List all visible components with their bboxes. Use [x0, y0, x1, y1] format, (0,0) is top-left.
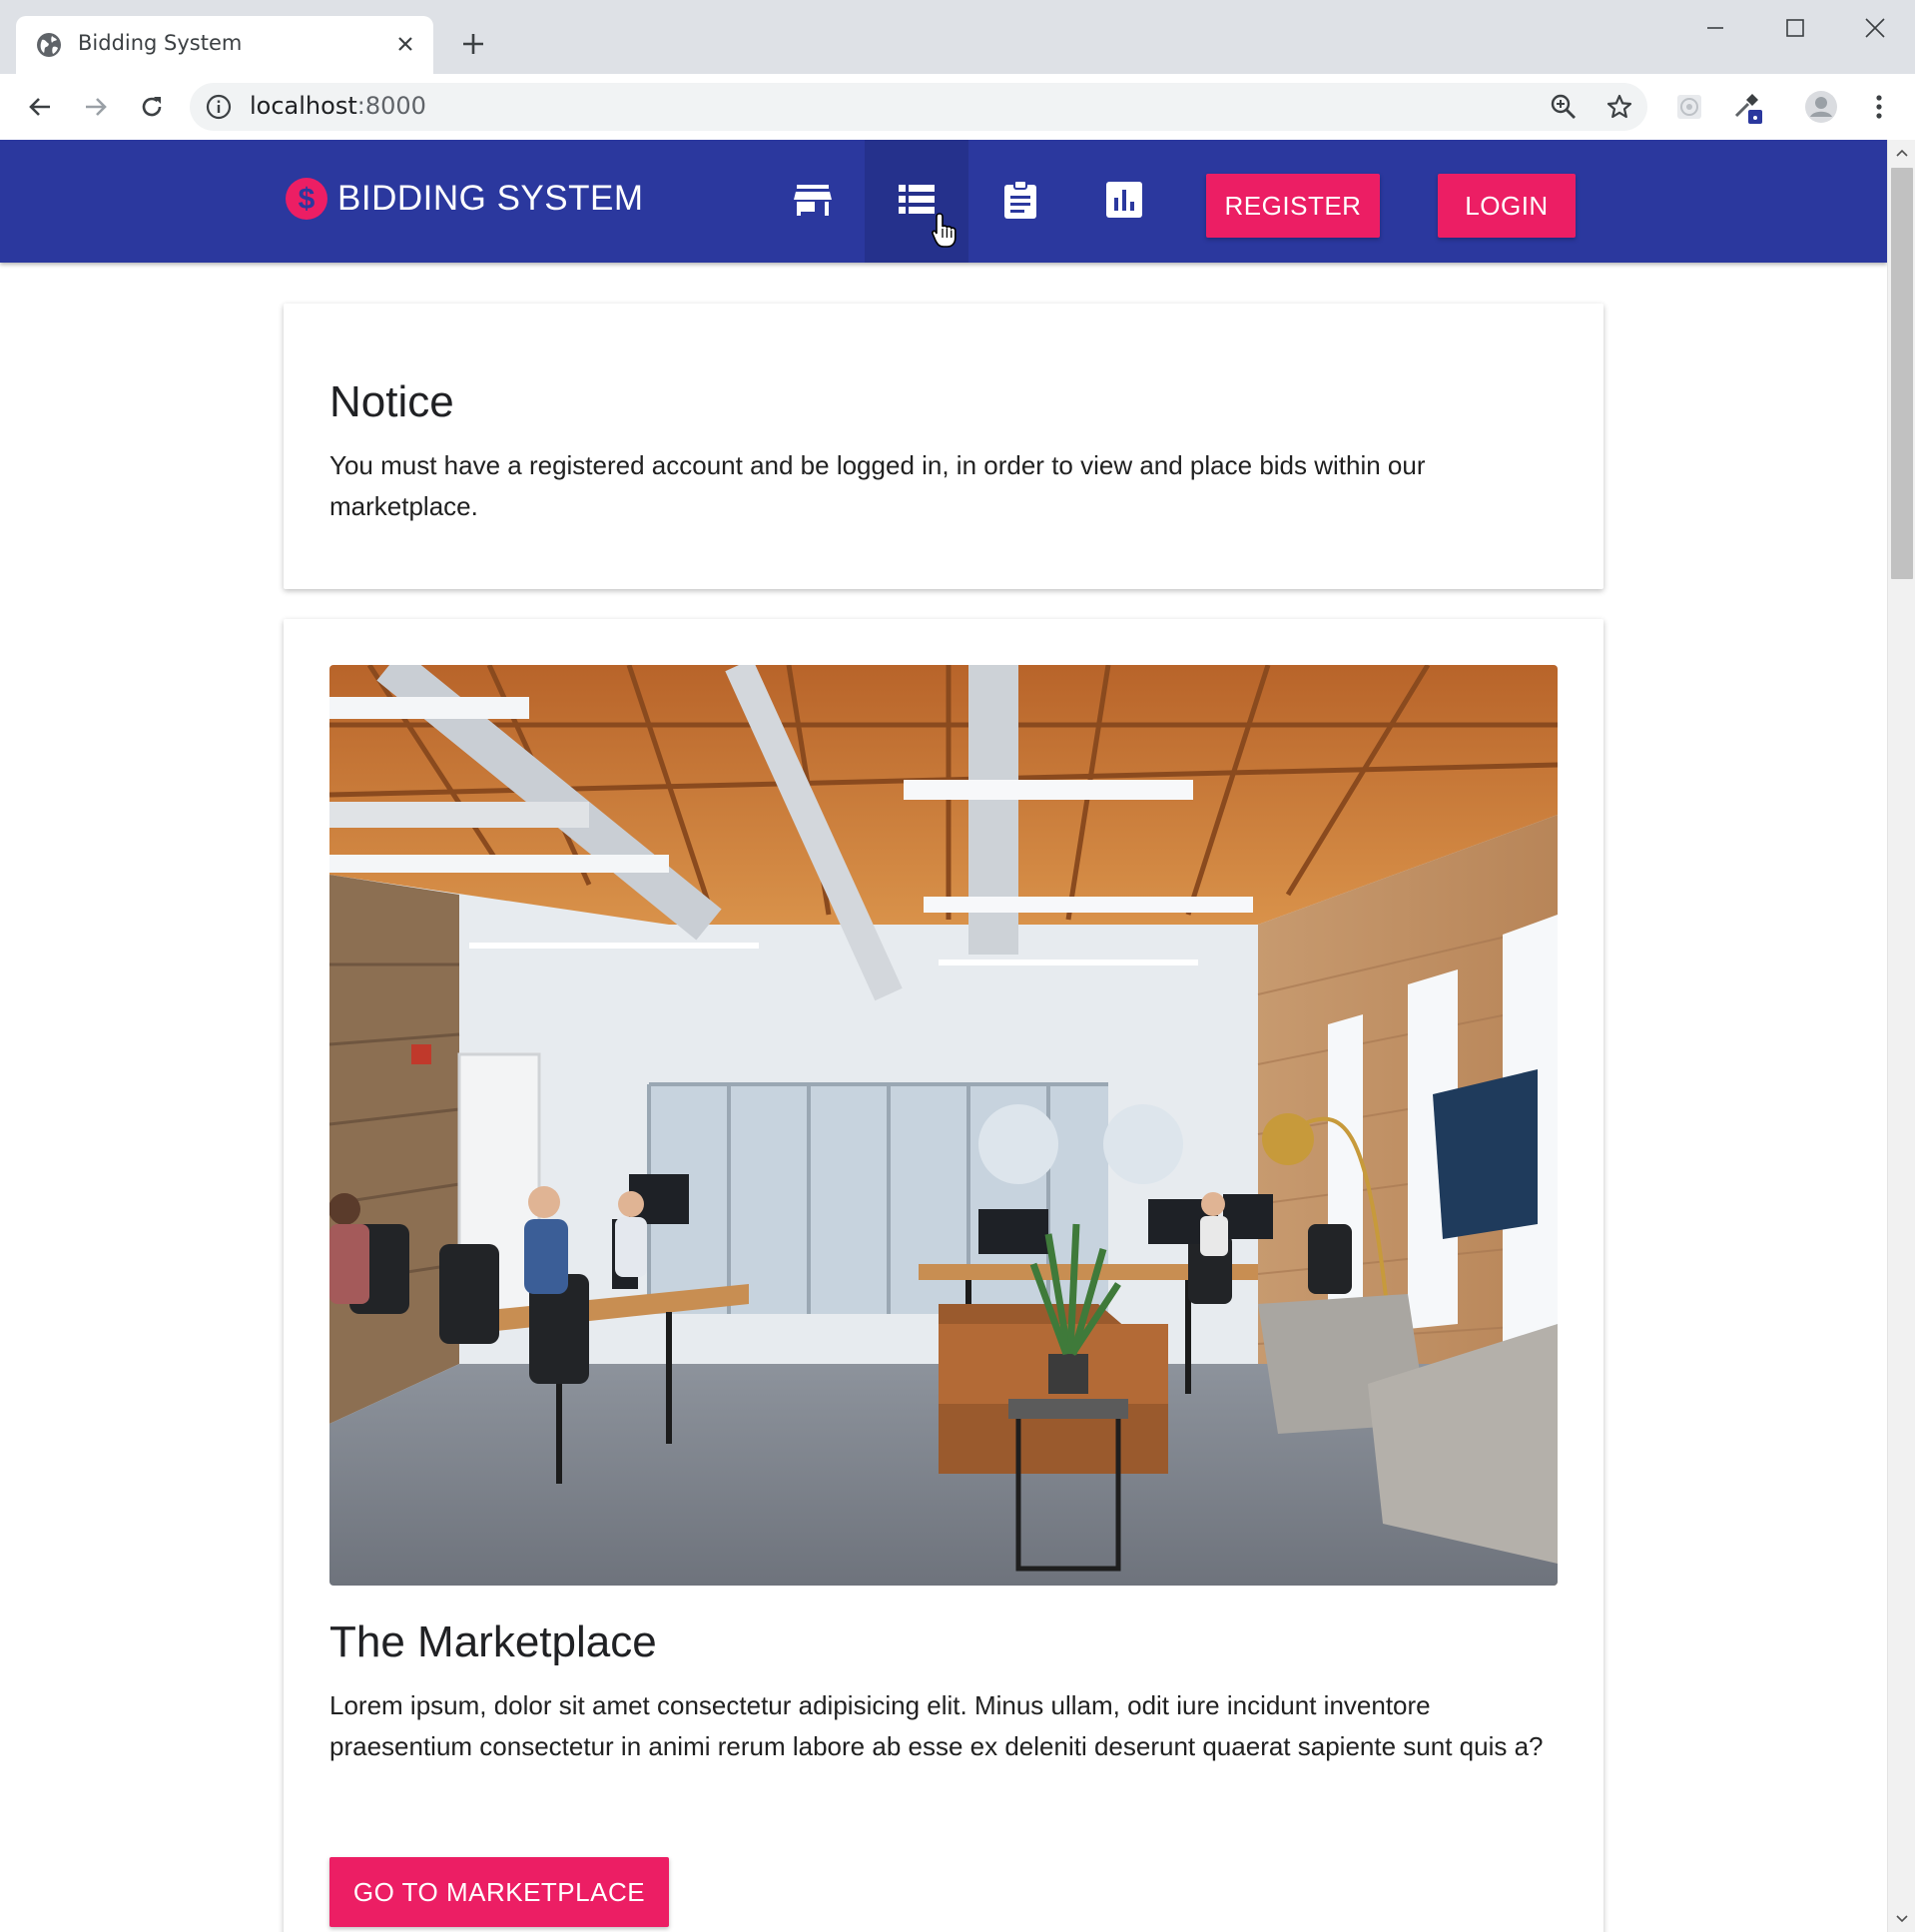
maximize-icon[interactable] — [1767, 10, 1823, 46]
app-navbar: $ BIDDING SYSTEM REGISTER LOGIN — [0, 140, 1887, 263]
browser-toolbar: localhost:8000 — [0, 74, 1915, 141]
register-button[interactable]: REGISTER — [1206, 174, 1380, 238]
page-scrollbar[interactable] — [1887, 140, 1915, 1932]
kebab-menu-icon[interactable] — [1859, 87, 1899, 127]
office-photo — [329, 665, 1558, 1586]
go-to-marketplace-button[interactable]: GO TO MARKETPLACE — [329, 1857, 669, 1927]
browser-chrome: Bidding System localhost:8000 — [0, 0, 1915, 141]
extension-icon[interactable] — [1669, 87, 1709, 127]
list-icon — [899, 184, 935, 219]
url-host: localhost — [250, 92, 357, 120]
scroll-up-icon[interactable] — [1888, 140, 1915, 166]
eyedropper-icon[interactable] — [1727, 87, 1767, 127]
notice-text: You must have a registered account and b… — [329, 450, 1426, 521]
url-text: localhost:8000 — [250, 92, 426, 120]
arrow-left-icon[interactable] — [20, 87, 60, 127]
reload-icon[interactable] — [132, 87, 172, 127]
tab-title: Bidding System — [78, 31, 243, 55]
hand-cursor-icon — [931, 212, 958, 250]
arrow-right-icon[interactable] — [76, 87, 116, 127]
dollar-icon: $ — [286, 178, 327, 220]
info-icon[interactable] — [206, 94, 232, 120]
marketplace-text: Lorem ipsum, dolor sit amet consectetur … — [329, 1690, 1544, 1761]
close-window-icon[interactable] — [1847, 10, 1903, 46]
plus-icon[interactable] — [455, 26, 491, 62]
page-viewport: $ BIDDING SYSTEM REGISTER LOGIN Notice Y… — [0, 140, 1887, 1932]
tab-strip: Bidding System — [0, 0, 1915, 74]
clipboard-icon — [1003, 179, 1037, 224]
marketplace-title: The Marketplace — [329, 1617, 657, 1666]
scroll-thumb[interactable] — [1891, 168, 1913, 579]
login-button[interactable]: LOGIN — [1438, 174, 1576, 238]
address-bar[interactable]: localhost:8000 — [190, 83, 1647, 131]
zoom-icon[interactable] — [1550, 93, 1578, 121]
nav-clipboard[interactable] — [968, 140, 1072, 263]
marketplace-card: The Marketplace Lorem ipsum, dolor sit a… — [284, 619, 1603, 1932]
svg-text:$: $ — [299, 183, 316, 216]
minimize-icon[interactable] — [1687, 10, 1743, 46]
bar-chart-icon — [1106, 181, 1142, 222]
close-icon[interactable] — [391, 30, 419, 58]
nav-reports[interactable] — [1072, 140, 1176, 263]
brand[interactable]: $ BIDDING SYSTEM — [286, 178, 643, 220]
globe-icon — [36, 32, 62, 58]
star-icon[interactable] — [1605, 93, 1633, 121]
avatar-icon[interactable] — [1801, 87, 1841, 127]
url-port: :8000 — [356, 92, 426, 120]
brand-name: BIDDING SYSTEM — [337, 179, 644, 218]
scroll-down-icon[interactable] — [1888, 1906, 1915, 1932]
store-icon — [794, 183, 832, 221]
notice-title: Notice — [329, 377, 454, 426]
notice-card: Notice You must have a registered accoun… — [284, 304, 1603, 589]
nav-store[interactable] — [761, 140, 865, 263]
browser-tab[interactable]: Bidding System — [16, 16, 433, 74]
